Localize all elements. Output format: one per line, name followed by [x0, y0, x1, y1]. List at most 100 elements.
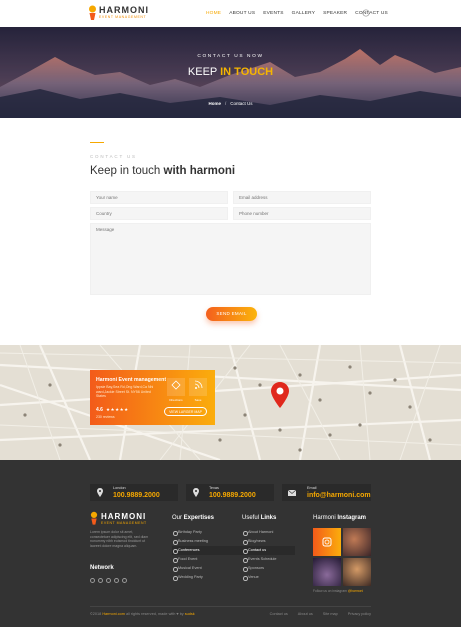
- contact-label-email: Email: [307, 486, 317, 490]
- instagram-icon[interactable]: [106, 578, 111, 583]
- map-card-rating: 4.6: [96, 407, 103, 413]
- instagram-handle-link[interactable]: @harmoni: [348, 589, 363, 593]
- expertise-link[interactable]: Conferences: [172, 546, 242, 555]
- save-place-button[interactable]: Save: [189, 378, 207, 402]
- instagram-photo[interactable]: [343, 558, 371, 586]
- useful-link[interactable]: Events Schedule: [242, 555, 295, 564]
- expertises-heading-plain: Our: [172, 515, 184, 521]
- country-field[interactable]: [90, 207, 228, 220]
- useful-link[interactable]: Sponsors: [242, 564, 295, 573]
- contact-bar-texas: Texas 100.9889.2000: [186, 484, 274, 501]
- expertise-link[interactable]: Birthday Party: [172, 528, 242, 537]
- logo-mark-icon: [89, 5, 96, 20]
- contact-value-london[interactable]: 100.9889.2000: [113, 492, 160, 499]
- useful-link[interactable]: Blog/news: [242, 537, 295, 546]
- footer-bottom-link[interactable]: Privacy policy: [348, 612, 371, 616]
- instagram-heading-plain: Harmoni: [313, 515, 338, 521]
- hero-title: KEEP IN TOUCH: [0, 66, 461, 78]
- directions-button[interactable]: Directions: [167, 378, 185, 402]
- expertises-heading: Our Expertises: [172, 515, 214, 521]
- footer-logo-mark-icon: [90, 511, 98, 525]
- instagram-photo[interactable]: [343, 528, 371, 556]
- hero-banner: CONTACT US NOW KEEP IN TOUCH Home / Contac…: [0, 27, 461, 118]
- breadcrumb-home-link[interactable]: Home: [208, 101, 221, 106]
- message-field[interactable]: [90, 223, 371, 295]
- contact-label-texas: Texas: [209, 486, 219, 490]
- contact-bar-email: Email info@harmoni.com: [282, 484, 371, 501]
- map-card-address: Ippsie Bay,Sea Rd,Ong Ward,Ca Nhi ward,J…: [96, 385, 154, 398]
- instagram-photo[interactable]: [313, 528, 341, 556]
- instagram-heading: Harmoni Instagram: [313, 515, 366, 521]
- footer-bottom-link[interactable]: Contact us: [270, 612, 288, 616]
- rss-icon: [194, 380, 203, 389]
- nav-item-about-us[interactable]: ABOUT US: [229, 10, 255, 18]
- nav-item-gallery[interactable]: GALLERY: [292, 10, 315, 18]
- footer-network-heading: Network: [90, 565, 114, 571]
- location-map[interactable]: [0, 345, 461, 460]
- map-card-reviews[interactable]: 230 reviews: [96, 415, 115, 419]
- send-email-button[interactable]: SEND EMAIL: [206, 307, 257, 321]
- contact-bar-london: London 100.9889.2000: [90, 484, 178, 501]
- facebook-icon[interactable]: [90, 578, 95, 583]
- footer-bottom-link[interactable]: About us: [298, 612, 313, 616]
- nav-item-events[interactable]: EVENTS: [263, 10, 283, 18]
- network-heading-label: Network: [90, 565, 114, 571]
- footer-bottom-link[interactable]: Site map: [323, 612, 338, 616]
- copyright-plain-2: all rights reserved, made with ♥ by: [124, 612, 185, 616]
- email-field[interactable]: [233, 191, 371, 204]
- footer-brand-tagline: EVENT MANAGEMENT: [101, 521, 147, 525]
- youtube-icon[interactable]: [122, 578, 127, 583]
- copyright-brand-link[interactable]: Harmoni.com: [102, 612, 125, 616]
- name-field[interactable]: [90, 191, 228, 204]
- useful-links-heading-bold: Links: [260, 515, 277, 521]
- search-icon[interactable]: [362, 9, 370, 17]
- map-info-card: Harmoni Event management Ippsie Bay,Sea …: [90, 370, 215, 425]
- view-larger-map-button[interactable]: VIEW LARGER MAP: [164, 407, 207, 416]
- instagram-icon: [322, 537, 332, 547]
- contact-value-email[interactable]: info@harmoni.com: [307, 492, 371, 499]
- google-plus-icon[interactable]: [114, 578, 119, 583]
- useful-link[interactable]: Contact us: [242, 546, 295, 555]
- map-card-title: Harmoni Event management: [96, 377, 167, 383]
- location-pin-icon: [193, 488, 199, 497]
- footer-brand-name: HARMONI: [101, 512, 147, 521]
- expertise-link[interactable]: Business meeting: [172, 537, 242, 546]
- instagram-caption: Follow us on instagram @harmoni: [313, 589, 363, 593]
- expertise-link[interactable]: Wedding Party: [172, 573, 242, 582]
- footer-about-text: Lorem ipsum dolor sit amet, consectetuer…: [90, 530, 149, 548]
- hero-title-highlight: IN TOUCH: [220, 66, 274, 78]
- breadcrumb-separator: /: [224, 101, 227, 106]
- copyright-author-link[interactable]: sudsk: [185, 612, 195, 616]
- phone-field[interactable]: [233, 207, 371, 220]
- useful-link[interactable]: Venue: [242, 573, 295, 582]
- instagram-grid: [313, 528, 371, 586]
- instagram-photo[interactable]: [313, 558, 341, 586]
- contact-value-texas[interactable]: 100.9889.2000: [209, 492, 256, 499]
- directions-label: Directions: [169, 398, 183, 402]
- map-pin-icon[interactable]: [271, 382, 289, 408]
- useful-link[interactable]: About Harmoni: [242, 528, 295, 537]
- save-label: Save: [194, 398, 202, 402]
- expertise-link[interactable]: Musical Event: [172, 564, 242, 573]
- section-accent-line: [90, 142, 104, 143]
- location-pin-icon: [97, 488, 103, 497]
- footer-bottom-links: Contact us About us Site map Privacy policy: [270, 612, 371, 616]
- useful-links-list: About Harmoni Blog/news Contact us Events S…: [242, 528, 295, 582]
- nav-item-home[interactable]: HOME: [206, 10, 221, 18]
- envelope-icon: [288, 489, 296, 496]
- expertise-link[interactable]: Food Event: [172, 555, 242, 564]
- map-streets-image: [0, 345, 461, 460]
- useful-links-heading: Useful Links: [242, 515, 276, 521]
- expertises-heading-bold: Expertises: [183, 515, 215, 521]
- hero-pretitle: CONTACT US NOW: [197, 54, 264, 59]
- brand-name: HARMONI: [99, 5, 149, 15]
- directions-icon: [171, 380, 181, 390]
- twitter-icon[interactable]: [98, 578, 103, 583]
- footer-divider: [90, 606, 371, 607]
- brand-logo[interactable]: HARMONI EVENT MANAGEMENT: [88, 5, 168, 21]
- nav-item-speaker[interactable]: SPEAKER: [323, 10, 347, 18]
- breadcrumb-current: Contact Us: [230, 101, 253, 106]
- nav-item-contact-us[interactable]: CONTACT US: [355, 10, 388, 18]
- section-title: Keep in touch with harmoni: [90, 165, 235, 177]
- section-kicker: CONTACT US: [90, 154, 137, 159]
